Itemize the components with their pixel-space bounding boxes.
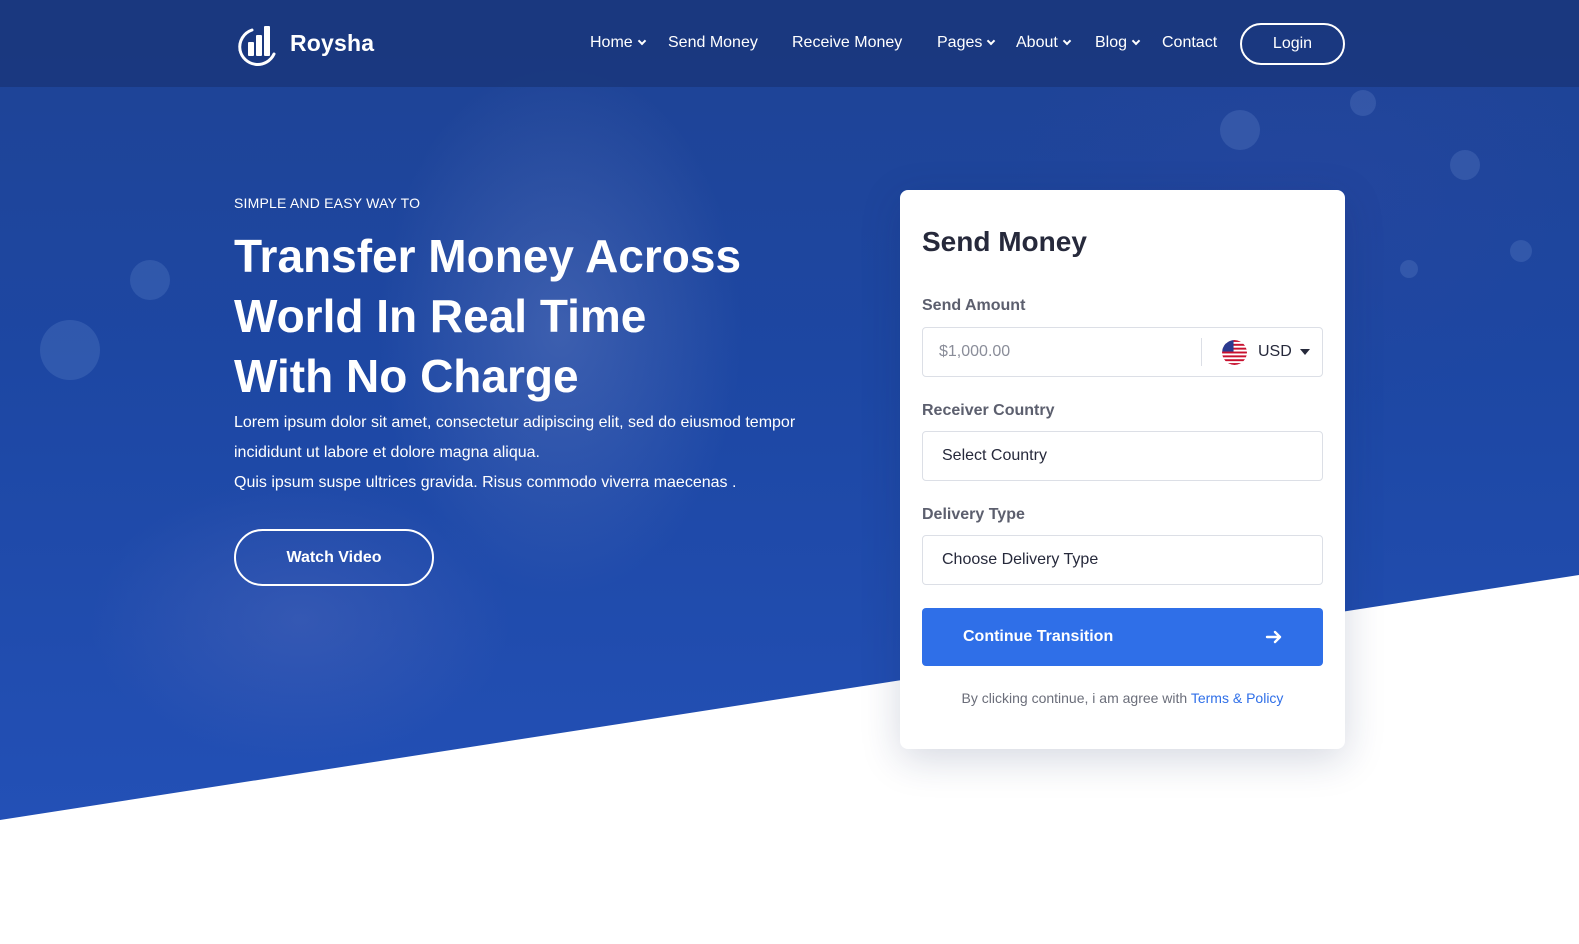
nav-label: About: [1016, 34, 1058, 51]
currency-select[interactable]: USD: [1222, 339, 1310, 365]
nav-label: Home: [590, 34, 633, 51]
nav-label: Pages: [937, 34, 983, 51]
hero-lead: Lorem ipsum dolor sit amet, consectetur …: [234, 408, 854, 498]
headline-line: World In Real Time: [234, 290, 647, 342]
chevron-down-icon: [1131, 36, 1141, 46]
hero-headline: Transfer Money Across World In Real Time…: [234, 226, 854, 406]
receiver-country-value: Select Country: [942, 447, 1047, 464]
headline-line: Transfer Money Across: [234, 230, 742, 282]
delivery-type-value: Choose Delivery Type: [942, 551, 1099, 568]
chevron-down-icon: [987, 36, 996, 46]
us-flag-icon: [1222, 339, 1247, 365]
card-title: Send Money: [922, 226, 1087, 257]
nav-item-contact[interactable]: Contact: [1162, 34, 1217, 52]
receiver-country-label: Receiver Country: [922, 402, 1055, 419]
send-amount-label: Send Amount: [922, 297, 1026, 314]
send-amount-field: USD: [922, 327, 1323, 377]
delivery-type-label: Delivery Type: [922, 506, 1025, 523]
lead-line: incididunt ut labore et dolore magna ali…: [234, 444, 540, 461]
nav-item-blog[interactable]: Blog: [1095, 34, 1141, 52]
nav-label: Contact: [1162, 34, 1218, 51]
headline-line: With No Charge: [234, 350, 579, 402]
nav-item-about[interactable]: About: [1016, 34, 1072, 52]
currency-code: USD: [1258, 343, 1292, 360]
terms-policy-link[interactable]: Terms & Policy: [1191, 690, 1284, 706]
arrow-right-icon: [1265, 630, 1282, 644]
hero-eyebrow: SIMPLE AND EASY WAY TO: [234, 195, 421, 211]
nav-item-receive-money[interactable]: Receive Money: [792, 34, 902, 52]
nav-item-pages[interactable]: Pages: [937, 34, 996, 52]
continue-button-label: Continue Transition: [963, 628, 1114, 645]
nav-item-home[interactable]: Home: [590, 34, 646, 52]
nav-label: Send Money: [668, 34, 758, 51]
continue-transition-button[interactable]: Continue Transition: [922, 608, 1323, 666]
lead-line: Quis ipsum suspe ultrices gravida. Risus…: [234, 474, 737, 491]
nav-item-send-money[interactable]: Send Money: [668, 34, 758, 52]
caret-down-icon: [1299, 349, 1310, 355]
chevron-down-icon: [637, 36, 646, 46]
receiver-country-select[interactable]: Select Country: [922, 431, 1323, 481]
terms-notice: By clicking continue, i am agree with Te…: [900, 690, 1345, 706]
nav-label: Receive Money: [792, 34, 903, 51]
delivery-type-select[interactable]: Choose Delivery Type: [922, 535, 1323, 585]
lead-line: Lorem ipsum dolor sit amet, consectetur …: [234, 414, 796, 431]
login-button[interactable]: Login: [1240, 23, 1345, 65]
field-divider: [1201, 338, 1202, 366]
send-money-card: Send Money Send Amount USD: [900, 190, 1345, 749]
send-amount-input[interactable]: [923, 328, 1201, 376]
nav-label: Blog: [1095, 34, 1128, 51]
site-header: Roysha Home Send Money Receive Money Pag…: [0, 0, 1579, 87]
chevron-down-icon: [1062, 36, 1072, 46]
terms-text: By clicking continue, i am agree with: [961, 690, 1191, 706]
watch-video-button[interactable]: Watch Video: [234, 529, 434, 586]
